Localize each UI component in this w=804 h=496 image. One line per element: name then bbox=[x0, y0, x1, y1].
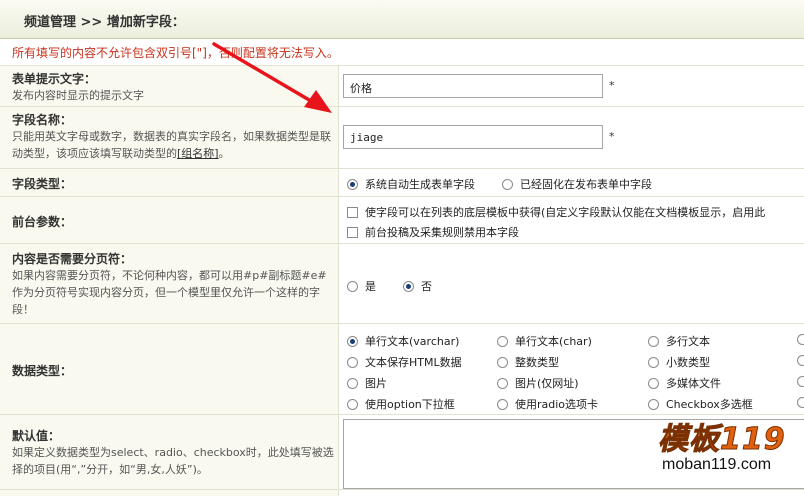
watermark-cn: 模板119 bbox=[658, 422, 786, 458]
watermark-logo: 模板119 moban119.com bbox=[658, 414, 804, 486]
watermark-en: moban119.com bbox=[662, 456, 772, 473]
